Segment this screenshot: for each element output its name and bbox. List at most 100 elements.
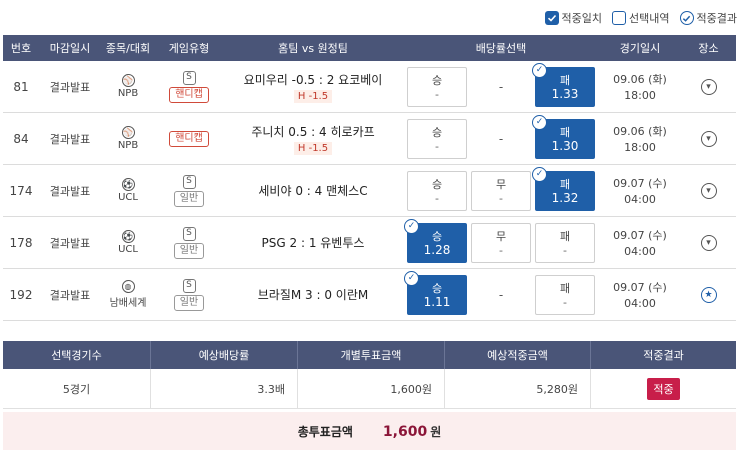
star-pin-icon[interactable]: ★ bbox=[700, 286, 717, 303]
soccer-icon: ⚽ bbox=[121, 178, 135, 191]
total-amount: 1,600 원 bbox=[383, 423, 441, 440]
league-label: NPB bbox=[117, 140, 139, 151]
odds-value: - bbox=[435, 192, 439, 205]
selected-box-icon bbox=[612, 11, 627, 25]
odds-label: 패 bbox=[559, 126, 571, 139]
row-league: ⚽ UCL bbox=[101, 230, 155, 255]
total-unit: 원 bbox=[430, 424, 442, 439]
odds-option[interactable]: 승 - bbox=[407, 170, 467, 211]
summary-header: 선택경기수 예상배당률 개별투표금액 예상적중금액 적중결과 bbox=[3, 341, 736, 369]
location-pin-icon[interactable]: ▾ bbox=[700, 182, 717, 199]
row-match: PSG 2 : 1 유벤투스 bbox=[223, 234, 403, 251]
odds-option[interactable]: ✓ 승 1.28 bbox=[404, 218, 467, 263]
game-type-badge: 핸디캡 bbox=[169, 130, 209, 147]
table-header: 번호 마감일시 종목/대회 게임유형 홈팀 vs 원정팀 배당률선택 경기일시 … bbox=[3, 35, 736, 61]
type-code-icon: S bbox=[182, 70, 196, 85]
row-deadline: 결과발표 bbox=[49, 288, 91, 302]
match-time: 18:00 bbox=[624, 89, 656, 102]
summary-result-cell: 적중 bbox=[591, 369, 736, 408]
odds-value: 1.11 bbox=[423, 295, 451, 309]
volleyball-icon: ◍ bbox=[121, 280, 135, 293]
game-type-badge: 일반 bbox=[173, 242, 205, 259]
odds-option[interactable]: ✓ 패 1.32 bbox=[532, 166, 595, 211]
odds-option[interactable]: 승 - bbox=[407, 66, 467, 107]
match-date: 09.07 (수) bbox=[613, 281, 667, 294]
odds-option[interactable]: 승 - bbox=[407, 118, 467, 159]
odds-value: 1.32 bbox=[551, 191, 579, 205]
match-date: 09.06 (화) bbox=[613, 73, 667, 86]
type-code-icon: S bbox=[182, 226, 196, 241]
result-check-icon bbox=[679, 11, 694, 25]
row-venue: ▾ bbox=[681, 130, 736, 147]
row-venue: ★ bbox=[681, 286, 736, 303]
row-game-type: 핸디캡 bbox=[155, 130, 223, 147]
row-game-type: S 일반 bbox=[155, 278, 223, 311]
total-amount-value: 1,600 bbox=[382, 423, 428, 440]
match-list: 81 결과발표 ⚾ NPB S 핸디캡 요미우리 -0.5 : 2 요코베이 H … bbox=[3, 61, 736, 321]
match-score: 브라질M 3 : 0 이란M bbox=[257, 288, 369, 302]
summary-stake: 1,600원 bbox=[298, 369, 445, 408]
location-pin-icon[interactable]: ▾ bbox=[700, 130, 717, 147]
row-match: 브라질M 3 : 0 이란M bbox=[223, 286, 403, 303]
legend-result[interactable]: 적중결과 bbox=[679, 10, 737, 26]
legend-hit[interactable]: 적중일치 bbox=[544, 10, 602, 26]
match-score: PSG 2 : 1 유벤투스 bbox=[261, 236, 365, 250]
col-venue: 장소 bbox=[698, 42, 719, 55]
soccer-icon: ⚽ bbox=[121, 230, 135, 243]
table-row: 81 결과발표 ⚾ NPB S 핸디캡 요미우리 -0.5 : 2 요코베이 H … bbox=[3, 61, 736, 113]
row-venue: ▾ bbox=[681, 234, 736, 251]
table-row: 84 결과발표 ⚾ NPB 핸디캡 주니치 0.5 : 4 히로카프 H -1.5… bbox=[3, 113, 736, 165]
row-datetime: 09.06 (화) 18:00 bbox=[599, 123, 681, 154]
legend-selected[interactable]: 선택내역 bbox=[612, 10, 670, 26]
row-league: ⚾ NPB bbox=[101, 126, 155, 151]
row-match: 요미우리 -0.5 : 2 요코베이 H -1.5 bbox=[223, 71, 403, 103]
match-time: 04:00 bbox=[624, 245, 656, 258]
col-match: 홈팀 vs 원정팀 bbox=[278, 42, 348, 55]
match-score: 세비야 0 : 4 맨체스C bbox=[258, 184, 368, 198]
odds-option[interactable]: ✓ 패 1.33 bbox=[532, 62, 595, 107]
row-odds: 승 - 무 - ✓ 패 1.32 bbox=[403, 166, 599, 211]
baseball-icon: ⚾ bbox=[121, 74, 135, 87]
baseball-icon: ⚾ bbox=[121, 126, 135, 139]
row-deadline: 결과발표 bbox=[49, 132, 91, 146]
odds-label: 무 bbox=[495, 178, 507, 191]
odds-option[interactable]: 패 - bbox=[535, 222, 595, 263]
check-icon: ✓ bbox=[532, 114, 547, 130]
check-icon: ✓ bbox=[404, 270, 419, 286]
row-number: 174 bbox=[9, 183, 33, 198]
row-deadline: 결과발표 bbox=[49, 236, 91, 250]
odds-option[interactable]: ✓ 패 1.30 bbox=[532, 114, 595, 159]
summary-row: 5경기 3.3배 1,600원 5,280원 적중 bbox=[3, 369, 736, 409]
odds-label: 승 bbox=[431, 230, 443, 243]
row-match: 주니치 0.5 : 4 히로카프 H -1.5 bbox=[223, 123, 403, 155]
league-label: 남배세계 bbox=[109, 298, 147, 309]
total-label: 총투표금액 bbox=[297, 424, 353, 439]
league-label: NPB bbox=[117, 88, 139, 99]
row-odds: ✓ 승 1.11 - 패 - bbox=[403, 270, 599, 315]
odds-unavailable: - bbox=[498, 287, 504, 302]
location-pin-icon[interactable]: ▾ bbox=[700, 234, 717, 251]
summary-expected: 5,280원 bbox=[445, 369, 591, 408]
legend-selected-label: 선택내역 bbox=[629, 12, 670, 25]
odds-label: 패 bbox=[559, 230, 571, 243]
location-pin-icon[interactable]: ▾ bbox=[700, 78, 717, 95]
game-type-badge: 일반 bbox=[173, 190, 205, 207]
odds-label: 패 bbox=[559, 178, 571, 191]
odds-option[interactable]: 패 - bbox=[535, 274, 595, 315]
odds-option[interactable]: ✓ 승 1.11 bbox=[404, 270, 467, 315]
row-number: 178 bbox=[9, 235, 33, 250]
total-bar: 총투표금액 1,600 원 bbox=[3, 412, 736, 450]
row-number: 84 bbox=[13, 131, 29, 146]
odds-value: - bbox=[499, 244, 503, 257]
summary-col-odds: 예상배당률 bbox=[151, 341, 298, 369]
odds-label: 승 bbox=[431, 126, 443, 139]
league-label: UCL bbox=[118, 192, 138, 203]
row-game-type: S 핸디캡 bbox=[155, 70, 223, 103]
odds-option[interactable]: 무 - bbox=[471, 170, 531, 211]
row-game-type: S 일반 bbox=[155, 174, 223, 207]
hit-result-badge: 적중 bbox=[647, 377, 680, 400]
check-icon: ✓ bbox=[532, 62, 547, 78]
odds-option[interactable]: 무 - bbox=[471, 222, 531, 263]
row-league: ◍ 남배세계 bbox=[101, 280, 155, 309]
row-league: ⚽ UCL bbox=[101, 178, 155, 203]
